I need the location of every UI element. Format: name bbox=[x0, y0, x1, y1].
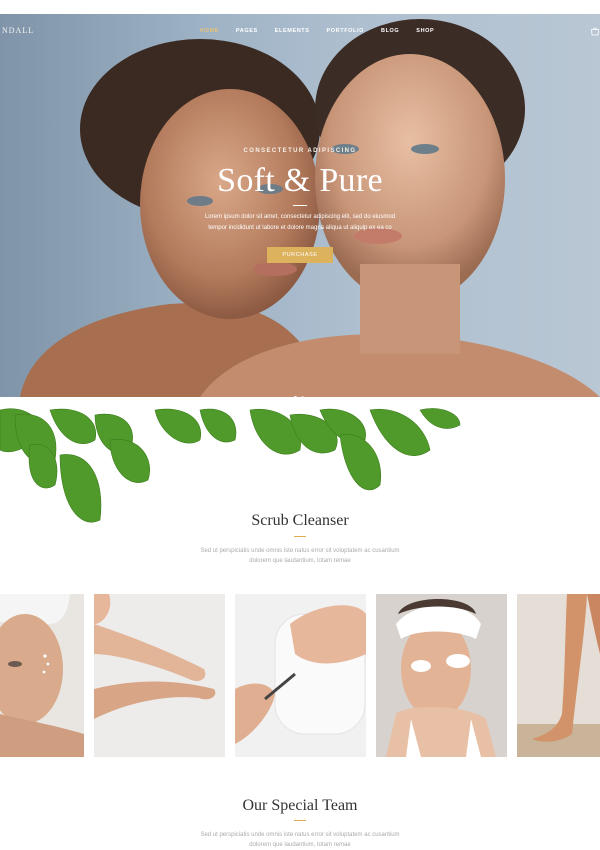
nav-item-elements[interactable]: ELEMENTS bbox=[275, 28, 310, 34]
nav-menu: HOME PAGES ELEMENTS PORTFOLIO BLOG SHOP bbox=[200, 28, 451, 34]
hero-slider: NDALL HOME PAGES ELEMENTS PORTFOLIO BLOG… bbox=[0, 14, 600, 397]
hero-divider bbox=[293, 205, 307, 206]
gallery-face-cream[interactable] bbox=[0, 594, 84, 757]
gallery-strip bbox=[0, 594, 600, 757]
nav-item-portfolio[interactable]: PORTFOLIO bbox=[327, 28, 364, 34]
gallery-hands-lotion[interactable] bbox=[94, 594, 225, 757]
slider-dot-1[interactable] bbox=[294, 396, 297, 397]
section-title-team: Our Special Team bbox=[242, 797, 358, 814]
section-title-scrub: Scrub Cleanser bbox=[251, 512, 349, 529]
nav-item-blog[interactable]: BLOG bbox=[381, 28, 399, 34]
slider-dots bbox=[294, 396, 304, 397]
slider-dot-2[interactable] bbox=[301, 396, 304, 397]
section-divider-scrub bbox=[294, 536, 306, 537]
top-strip bbox=[0, 0, 600, 14]
hero-kicker: CONSECTETUR ADIPISCING bbox=[243, 148, 357, 154]
section-divider-team bbox=[294, 820, 306, 821]
nav-item-shop[interactable]: SHOP bbox=[416, 28, 434, 34]
gallery-nail-care[interactable] bbox=[235, 594, 366, 757]
site-logo[interactable]: NDALL bbox=[2, 26, 34, 35]
purchase-button[interactable]: PURCHASE bbox=[267, 247, 333, 263]
section-text-scrub: Sed ut perspiciatis unde omnis iste natu… bbox=[200, 548, 400, 564]
gallery-eye-patch[interactable] bbox=[376, 594, 507, 757]
nav-item-pages[interactable]: PAGES bbox=[236, 28, 258, 34]
shopping-bag-icon[interactable] bbox=[590, 26, 600, 36]
hero-text: Lorem ipsum dolor sit amet, consectetur … bbox=[204, 214, 396, 231]
main-navigation: NDALL HOME PAGES ELEMENTS PORTFOLIO BLOG… bbox=[0, 14, 600, 48]
nav-item-home[interactable]: HOME bbox=[200, 28, 219, 34]
gallery-legs[interactable] bbox=[517, 594, 600, 757]
hero-title: Soft & Pure bbox=[217, 162, 383, 199]
section-text-team: Sed ut perspiciatis unde omnis iste natu… bbox=[200, 832, 400, 848]
